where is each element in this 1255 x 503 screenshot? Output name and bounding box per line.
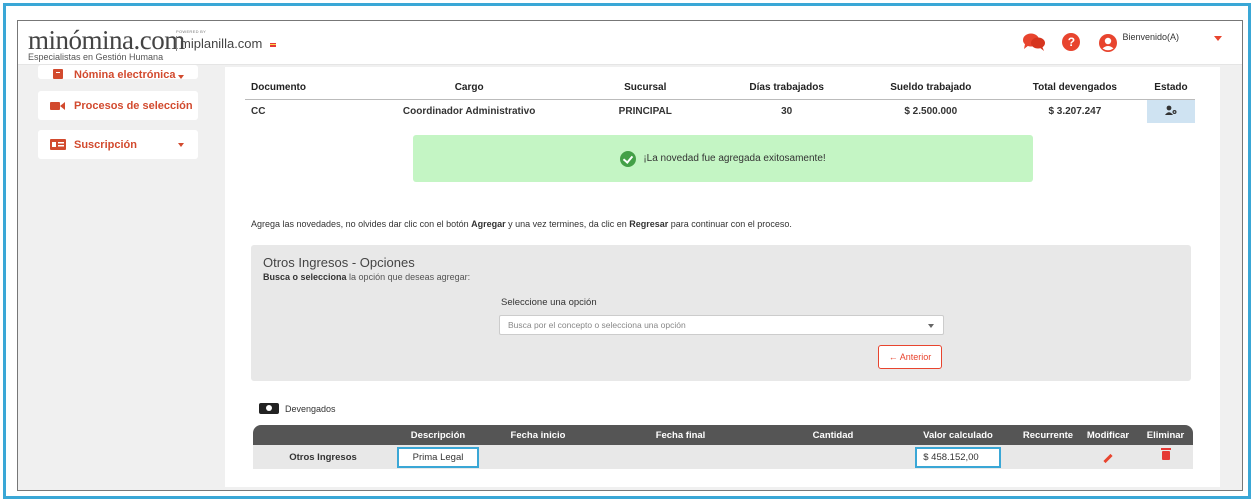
cell-sueldo: $ 2.500.000 [904,105,958,117]
table-row: CC Coordinador Administrativo PRINCIPAL … [245,99,1195,123]
chat-icon[interactable] [1022,32,1046,52]
logo[interactable]: minómina.com Especialistas en Gestión Hu… [28,25,185,63]
column-header: Estado [1146,77,1195,100]
column-header: Valor calculado [898,425,1018,445]
sidebar-item-label: Procesos de selección [74,99,193,112]
valor-value: $ 458.152,00 [915,446,1001,468]
pencil-icon[interactable] [1103,453,1113,463]
column-header [253,425,393,445]
cell-fecha-final [593,445,768,469]
select-placeholder: Busca por el concepto o selecciona una o… [508,320,686,330]
sidebar-item-label: Suscripción [74,138,137,151]
instructions-bold: Agregar [471,219,506,229]
logo-tagline: Especialistas en Gestión Humana [28,52,164,62]
cell-concepto: Otros Ingresos [253,445,393,469]
table-header-row: Documento Cargo Sucursal Días trabajados… [245,77,1195,100]
devengados-heading: Devengados [259,403,336,414]
video-camera-icon [50,100,66,112]
cell-total: $ 3.207.247 [1048,105,1102,117]
cell-eliminar [1138,445,1193,469]
table-row: Otros Ingresos Prima Legal $ 458.152,00 [253,445,1193,469]
instructions-part: Agrega las novedades, no olvides dar cli… [251,219,472,229]
chevron-down-icon [178,142,184,147]
column-header: Cargo [362,77,576,100]
welcome-text[interactable]: Bienvenido(A) [1122,32,1179,42]
chevron-down-icon[interactable] [1214,36,1222,41]
employee-table: Documento Cargo Sucursal Días trabajados… [245,77,1195,123]
instructions-part: y una vez termines, da clic en [505,219,630,229]
option-select[interactable]: Busca por el concepto o selecciona una o… [499,315,944,335]
cell-recurrente [1018,445,1078,469]
document-icon [50,69,66,79]
partner-brand: miplanilla.com [176,36,262,51]
sidebar-item-procesos[interactable]: Procesos de selección [38,91,198,120]
cell-estado[interactable] [1146,99,1195,123]
check-circle-icon [620,150,637,167]
cell-cargo: Coordinador Administrativo [402,105,536,117]
column-header: Fecha inicio [483,425,593,445]
cell-dias: 30 [781,105,793,117]
devengados-label: Devengados [285,403,336,414]
logo-text: minómina.com [28,25,185,55]
user-icon[interactable] [1098,33,1118,53]
id-card-icon [50,139,66,151]
powered-by: POWERED BY miplanilla.com [176,29,262,51]
options-panel: Otros Ingresos - Opciones Busca o selecc… [251,245,1191,381]
cell-sucursal: PRINCIPAL [618,105,672,117]
column-header: Total devengados [1002,77,1147,100]
column-header: Sueldo trabajado [858,77,1003,100]
devengados-table: Descripción Fecha inicio Fecha final Can… [253,425,1193,469]
app-window: minómina.com Especialistas en Gestión Hu… [17,20,1243,491]
instructions-part: para continuar con el proceso. [668,219,792,229]
options-subtitle: Busca o selecciona la opción que deseas … [263,272,470,282]
alert-message: ¡La novedad fue agregada exitosamente! [643,153,826,164]
help-icon[interactable]: ? [1062,33,1081,51]
flag-icon[interactable] [270,43,276,47]
previous-button[interactable]: ← Anterior [878,345,942,369]
top-bar: minómina.com Especialistas en Gestión Hu… [18,21,1242,65]
column-header: Modificar [1078,425,1138,445]
main-panel: Documento Cargo Sucursal Días trabajados… [225,67,1220,487]
table-header-row: Descripción Fecha inicio Fecha final Can… [253,425,1193,445]
column-header: Descripción [393,425,483,445]
select-label: Seleccione una opción [501,297,597,308]
cell-cantidad [768,445,898,469]
screenshot-frame: minómina.com Especialistas en Gestión Hu… [3,3,1251,499]
column-header: Fecha final [593,425,768,445]
trash-icon[interactable] [1160,448,1171,460]
powered-by-label: POWERED BY [176,29,207,34]
sidebar-item-label: Nómina electrónica [74,69,176,79]
cell-descripcion: Prima Legal [393,445,483,469]
header-icons: ? Bienvenido(A) [1022,32,1222,53]
sidebar-item-nomina[interactable]: Nómina electrónica [38,65,198,79]
options-subtitle-bold: Busca o selecciona [263,272,347,282]
sidebar-item-suscripcion[interactable]: Suscripción [38,130,198,159]
options-title: Otros Ingresos - Opciones [263,255,415,270]
instructions-bold: Regresar [629,219,669,229]
success-alert: ¡La novedad fue agregada exitosamente! [413,135,1033,182]
cell-fecha-inicio [483,445,593,469]
column-header: Días trabajados [714,77,859,100]
column-header: Sucursal [575,77,715,100]
money-icon [259,403,279,414]
column-header: Cantidad [768,425,898,445]
column-header: Eliminar [1138,425,1193,445]
column-header: Documento [245,77,363,100]
column-header: Recurrente [1018,425,1078,445]
cell-modificar [1078,445,1138,469]
chevron-down-icon[interactable] [928,324,934,328]
user-settings-icon[interactable] [1164,105,1177,118]
instructions-text: Agrega las novedades, no olvides dar cli… [251,219,792,229]
options-subtitle-rest: la opción que deseas agregar: [346,272,471,282]
cell-documento: CC [251,105,266,117]
chevron-down-icon [178,75,184,79]
descripcion-value: Prima Legal [396,446,480,468]
cell-valor: $ 458.152,00 [898,445,1018,469]
